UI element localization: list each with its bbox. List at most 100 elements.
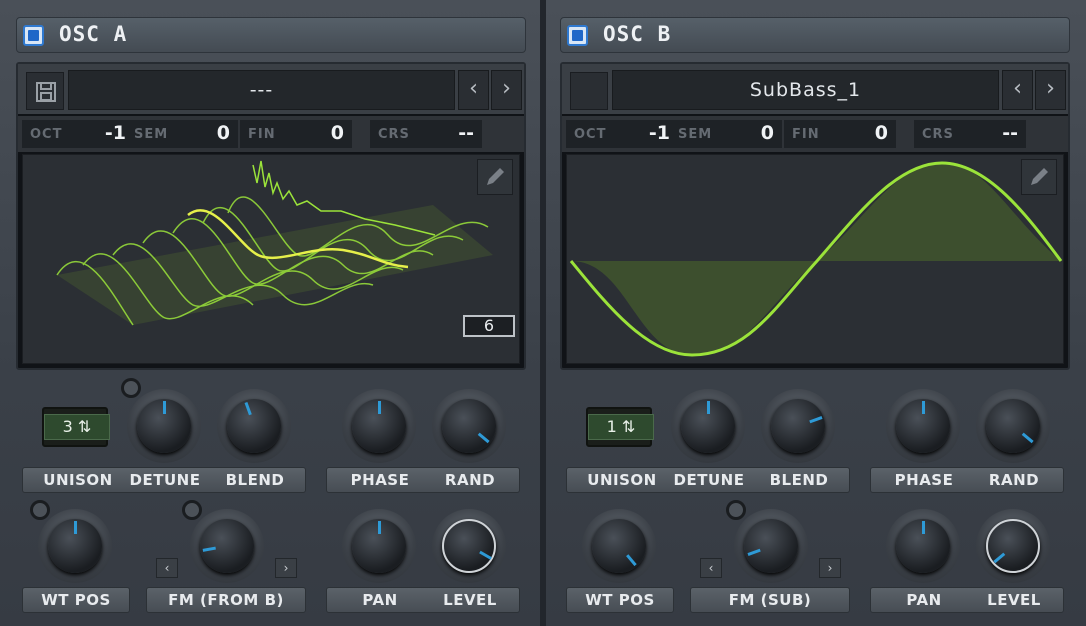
- fm-source-prev-button[interactable]: ‹: [156, 558, 178, 578]
- osc-a-next-preset-button[interactable]: ›: [491, 70, 522, 110]
- detune-label: DETUNE: [129, 471, 201, 489]
- osc-b-label-bar-2: PHASE RAND: [870, 467, 1064, 493]
- osc-b-oct-field[interactable]: OCT -1: [566, 120, 678, 148]
- osc-a-wavetable-view[interactable]: 6: [22, 154, 520, 364]
- osc-b-prev-preset-button[interactable]: ‹: [1002, 70, 1033, 110]
- fm-source-prev-button[interactable]: ‹: [700, 558, 722, 578]
- fm-label-bar: FM (FROM B): [146, 587, 306, 613]
- osc-b-save-slot[interactable]: [570, 72, 608, 110]
- pan-knob[interactable]: [886, 509, 960, 583]
- fin-label: FIN: [248, 127, 276, 142]
- wt-pos-knob[interactable]: [38, 509, 112, 583]
- save-button[interactable]: [26, 72, 64, 110]
- osc-b-display: SubBass_1 ‹ › OCT -1 SEM 0 FIN 0 CRS --: [560, 62, 1070, 370]
- fm-label: FM (FROM B): [168, 591, 284, 609]
- oscillator-a-panel: OSC A --- ‹ › OCT -1 SEM 0 FIN 0 CRS --: [0, 0, 540, 626]
- pencil-icon: [1031, 168, 1048, 185]
- phase-knob[interactable]: [342, 389, 416, 463]
- osc-a-prev-preset-button[interactable]: ‹: [458, 70, 489, 110]
- unison-label: UNISON: [587, 471, 657, 489]
- unison-stepper[interactable]: 3 ⇅: [42, 407, 110, 447]
- wavetable-frame-count[interactable]: 6: [463, 315, 515, 337]
- wtpos-label-bar: WT POS: [22, 587, 130, 613]
- osc-a-label-bar-4: PAN LEVEL: [326, 587, 520, 613]
- fm-source-next-button[interactable]: ›: [275, 558, 297, 578]
- blend-label: BLEND: [225, 471, 285, 489]
- rand-knob[interactable]: [432, 389, 506, 463]
- pan-label: PAN: [362, 591, 398, 609]
- rand-label: RAND: [988, 471, 1040, 489]
- osc-b-edit-button[interactable]: [1021, 159, 1057, 195]
- osc-b-preset-name[interactable]: SubBass_1: [612, 70, 999, 110]
- wt-pos-knob[interactable]: [582, 509, 656, 583]
- osc-b-next-preset-button[interactable]: ›: [1035, 70, 1066, 110]
- wt-pos-label: WT POS: [41, 591, 111, 609]
- osc-a-edit-button[interactable]: [477, 159, 513, 195]
- osc-b-fin-field[interactable]: FIN 0: [784, 120, 896, 148]
- level-knob[interactable]: [432, 509, 506, 583]
- wavetable-3d-graphic: [56, 160, 493, 326]
- sem-value: 0: [216, 122, 230, 144]
- osc-a-title: OSC A: [59, 22, 128, 46]
- oct-value: -1: [648, 122, 670, 144]
- detune-knob[interactable]: [127, 389, 201, 463]
- detune-knob[interactable]: [671, 389, 745, 463]
- osc-a-sem-field[interactable]: SEM 0: [126, 120, 238, 148]
- fm-knob[interactable]: [190, 509, 264, 583]
- unison-value: 1 ⇅: [588, 414, 654, 440]
- pan-knob[interactable]: [342, 509, 416, 583]
- blend-knob[interactable]: [217, 389, 291, 463]
- wt-pos-label: WT POS: [585, 591, 655, 609]
- osc-b-tuning-row: OCT -1 SEM 0 FIN 0 CRS --: [562, 116, 1068, 152]
- phase-knob[interactable]: [886, 389, 960, 463]
- osc-b-label-bar-1: UNISON DETUNE BLEND: [566, 467, 850, 493]
- level-label: LEVEL: [987, 591, 1041, 609]
- chevron-right-icon: ›: [502, 76, 511, 101]
- osc-a-crs-field[interactable]: CRS --: [370, 120, 482, 148]
- fm-label: FM (SUB): [728, 591, 812, 609]
- osc-a-header: OSC A: [16, 17, 526, 53]
- crs-value: --: [1002, 122, 1018, 144]
- sem-value: 0: [760, 122, 774, 144]
- osc-b-wave-view[interactable]: [566, 154, 1064, 364]
- oct-label: OCT: [574, 127, 607, 142]
- chevron-left-icon: ‹: [164, 561, 170, 575]
- osc-a-oct-field[interactable]: OCT -1: [22, 120, 134, 148]
- blend-knob[interactable]: [761, 389, 835, 463]
- osc-b-title: OSC B: [603, 22, 672, 46]
- osc-a-enable-checkbox[interactable]: [23, 25, 44, 46]
- fm-source-next-button[interactable]: ›: [819, 558, 841, 578]
- unison-stepper[interactable]: 1 ⇅: [586, 407, 654, 447]
- fin-value: 0: [874, 122, 888, 144]
- pan-label: PAN: [906, 591, 942, 609]
- fin-value: 0: [330, 122, 344, 144]
- chevron-right-icon: ›: [827, 561, 833, 575]
- osc-b-crs-field[interactable]: CRS --: [914, 120, 1026, 148]
- save-icon: [36, 82, 56, 102]
- osc-a-label-bar-1: UNISON DETUNE BLEND: [22, 467, 306, 493]
- osc-a-display: --- ‹ › OCT -1 SEM 0 FIN 0 CRS -- 6: [16, 62, 526, 370]
- chevron-right-icon: ›: [283, 561, 289, 575]
- pencil-icon: [487, 168, 504, 185]
- chevron-left-icon: ‹: [469, 76, 478, 101]
- chevron-left-icon: ‹: [1013, 76, 1022, 101]
- chevron-right-icon: ›: [1046, 76, 1055, 101]
- chevron-left-icon: ‹: [708, 561, 714, 575]
- rand-knob[interactable]: [976, 389, 1050, 463]
- unison-label: UNISON: [43, 471, 113, 489]
- fm-knob[interactable]: [734, 509, 808, 583]
- osc-a-label-bar-2: PHASE RAND: [326, 467, 520, 493]
- blend-label: BLEND: [769, 471, 829, 489]
- osc-b-label-bar-4: PAN LEVEL: [870, 587, 1064, 613]
- osc-a-preset-name[interactable]: ---: [68, 70, 455, 110]
- osc-b-preset-row: SubBass_1 ‹ ›: [562, 64, 1068, 114]
- oct-label: OCT: [30, 127, 63, 142]
- osc-a-fin-field[interactable]: FIN 0: [240, 120, 352, 148]
- phase-label: PHASE: [894, 471, 954, 489]
- level-knob[interactable]: [976, 509, 1050, 583]
- osc-a-tuning-row: OCT -1 SEM 0 FIN 0 CRS --: [18, 116, 524, 152]
- crs-label: CRS: [378, 127, 410, 142]
- crs-label: CRS: [922, 127, 954, 142]
- osc-b-sem-field[interactable]: SEM 0: [670, 120, 782, 148]
- osc-b-enable-checkbox[interactable]: [567, 25, 588, 46]
